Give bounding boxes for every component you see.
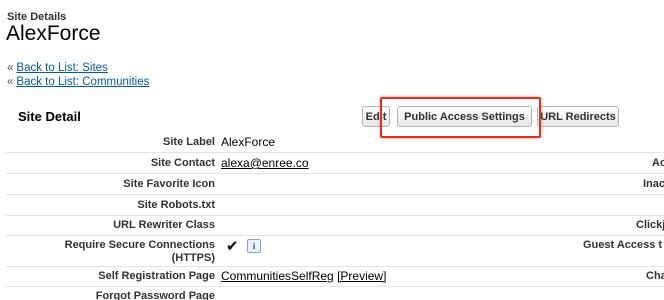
back-link-communities-row: «Back to List: Communities xyxy=(7,76,149,88)
site-label-label: Site Label xyxy=(163,136,215,148)
site-label-value: AlexForce xyxy=(221,135,276,149)
preview-link[interactable]: [Preview] xyxy=(337,269,386,283)
self-registration-link[interactable]: CommunitiesSelfReg xyxy=(221,269,334,283)
site-contact-value: alexa@enree.co xyxy=(221,156,309,170)
page-title: AlexForce xyxy=(6,22,101,45)
site-robots-label: Site Robots.txt xyxy=(137,199,215,211)
back-arrow-icon: « xyxy=(7,62,14,74)
back-arrow-icon: « xyxy=(7,76,14,88)
site-contact-label: Site Contact xyxy=(150,157,215,169)
section-title: Site Detail xyxy=(18,109,81,124)
guest-access-label: Guest Access t xyxy=(583,239,663,251)
row-divider xyxy=(6,266,664,267)
inactive-label: Inac xyxy=(643,178,664,190)
require-secure-label: Require Secure Connections xyxy=(64,239,215,251)
require-secure-label-https: (HTTPS) xyxy=(171,252,215,264)
edit-button[interactable]: Edit xyxy=(362,106,390,127)
change-label: Cha xyxy=(646,270,664,282)
row-divider xyxy=(6,194,664,195)
clickjack-label: Clickj xyxy=(636,219,664,231)
back-to-sites-link[interactable]: Back to List: Sites xyxy=(16,62,107,74)
site-contact-link[interactable]: alexa@enree.co xyxy=(221,156,309,170)
url-redirects-button[interactable]: URL Redirects xyxy=(537,106,619,127)
checkmark-icon: ✔ xyxy=(226,238,239,255)
self-registration-label: Self Registration Page xyxy=(98,270,215,282)
self-registration-value: CommunitiesSelfReg [Preview] xyxy=(221,269,386,283)
row-divider xyxy=(6,173,664,174)
back-to-communities-link[interactable]: Back to List: Communities xyxy=(16,76,149,88)
active-label: Ac xyxy=(652,157,664,169)
url-rewriter-label: URL Rewriter Class xyxy=(113,219,215,231)
row-divider xyxy=(6,215,664,216)
forgot-password-label: Forgot Password Page xyxy=(95,290,215,300)
row-divider xyxy=(6,152,664,153)
back-link-sites-row: «Back to List: Sites xyxy=(7,62,108,74)
row-divider xyxy=(6,286,664,287)
site-favorite-icon-label: Site Favorite Icon xyxy=(123,178,215,190)
info-icon[interactable]: i xyxy=(247,239,261,253)
public-access-settings-button[interactable]: Public Access Settings xyxy=(397,106,532,127)
row-divider xyxy=(6,235,664,236)
